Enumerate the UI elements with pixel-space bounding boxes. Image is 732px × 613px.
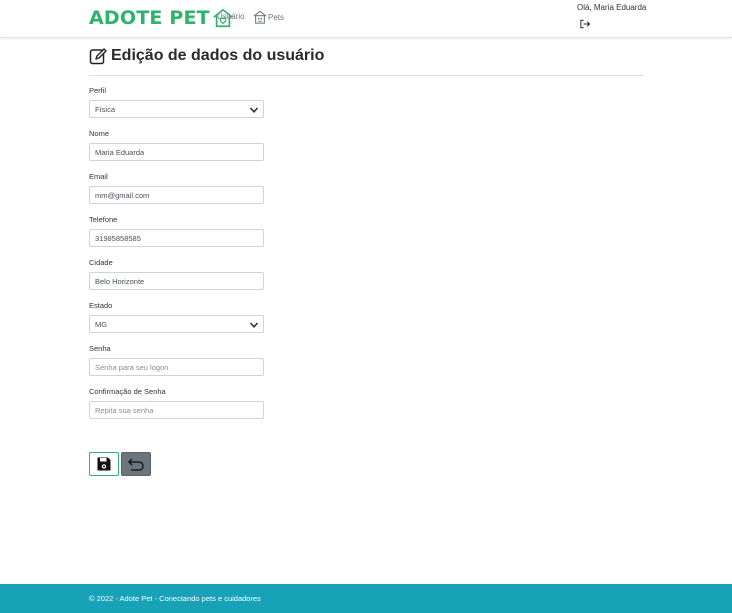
perfil-label: Perfil <box>89 86 107 95</box>
return-arrow-icon <box>128 458 144 471</box>
footer-text: © 2022 - Adote Pet - Conectando pets e c… <box>89 594 261 603</box>
brand-logo[interactable]: ADOTE PET <box>89 6 234 30</box>
senha-label: Senha <box>89 344 111 353</box>
telefone-label: Telefone <box>89 215 118 224</box>
email-field: Email mm@gmail.com <box>89 172 264 204</box>
edit-icon <box>89 48 107 65</box>
senha-field: Senha Senha para seu logon <box>89 344 264 376</box>
nome-field: Nome Maria Eduarda <box>89 129 264 161</box>
telefone-field: Telefone 31985858585 <box>89 215 264 247</box>
senha-input[interactable]: Senha para seu logon <box>89 358 264 376</box>
chevron-down-icon <box>249 107 259 113</box>
nav-link-usuario[interactable]: Usuário <box>217 12 245 21</box>
estado-selected-value: MG <box>95 319 108 329</box>
cidade-value: Belo Horizonte <box>95 276 145 286</box>
confirmacao-senha-input[interactable]: Repita sua senha <box>89 401 264 419</box>
page-title-text: Edição de dados do usuário <box>111 47 325 64</box>
email-label: Email <box>89 172 108 181</box>
nome-label: Nome <box>89 129 110 138</box>
back-button[interactable] <box>121 452 151 476</box>
floppy-disk-icon <box>97 457 111 471</box>
footer: © 2022 - Adote Pet - Conectando pets e c… <box>0 584 732 613</box>
page-title: Edição de dados do usuário <box>89 47 324 65</box>
perfil-selected-value: Física <box>95 104 116 114</box>
estado-select[interactable]: MG <box>89 315 264 333</box>
confirmacao-senha-placeholder: Repita sua senha <box>95 405 154 415</box>
cidade-label: Cidade <box>89 258 113 267</box>
telefone-input[interactable]: 31985858585 <box>89 229 264 247</box>
email-input[interactable]: mm@gmail.com <box>89 186 264 204</box>
brand-name: ADOTE PET <box>89 7 210 29</box>
confirmacao-senha-field: Confirmação de Senha Repita sua senha <box>89 387 264 419</box>
logout-icon[interactable] <box>579 18 591 30</box>
telefone-value: 31985858585 <box>95 233 141 243</box>
chevron-down-icon <box>249 322 259 328</box>
cidade-field: Cidade Belo Horizonte <box>89 258 264 290</box>
nav-link-pets-label: Pets <box>268 12 285 22</box>
senha-placeholder: Senha para seu logon <box>95 362 169 372</box>
user-greeting: Olá, Maria Eduarda <box>577 3 647 12</box>
nome-input[interactable]: Maria Eduarda <box>89 143 264 161</box>
email-value: mm@gmail.com <box>95 190 150 200</box>
nome-value: Maria Eduarda <box>95 147 145 157</box>
nav-link-usuario-label: Usuário <box>217 12 245 21</box>
estado-field: Estado MG <box>89 301 264 333</box>
perfil-select[interactable]: Física <box>89 100 264 118</box>
estado-label: Estado <box>89 301 113 310</box>
nav-link-pets[interactable]: Pets <box>253 10 284 24</box>
navbar: ADOTE PET Usuário Pets Olá, Maria Eduard… <box>0 0 732 38</box>
save-button[interactable] <box>89 452 119 476</box>
perfil-field: Perfil Física <box>89 86 264 118</box>
pet-house-icon <box>253 10 267 24</box>
cidade-input[interactable]: Belo Horizonte <box>89 272 264 290</box>
confirmacao-senha-label: Confirmação de Senha <box>89 387 166 396</box>
title-divider <box>89 75 644 76</box>
